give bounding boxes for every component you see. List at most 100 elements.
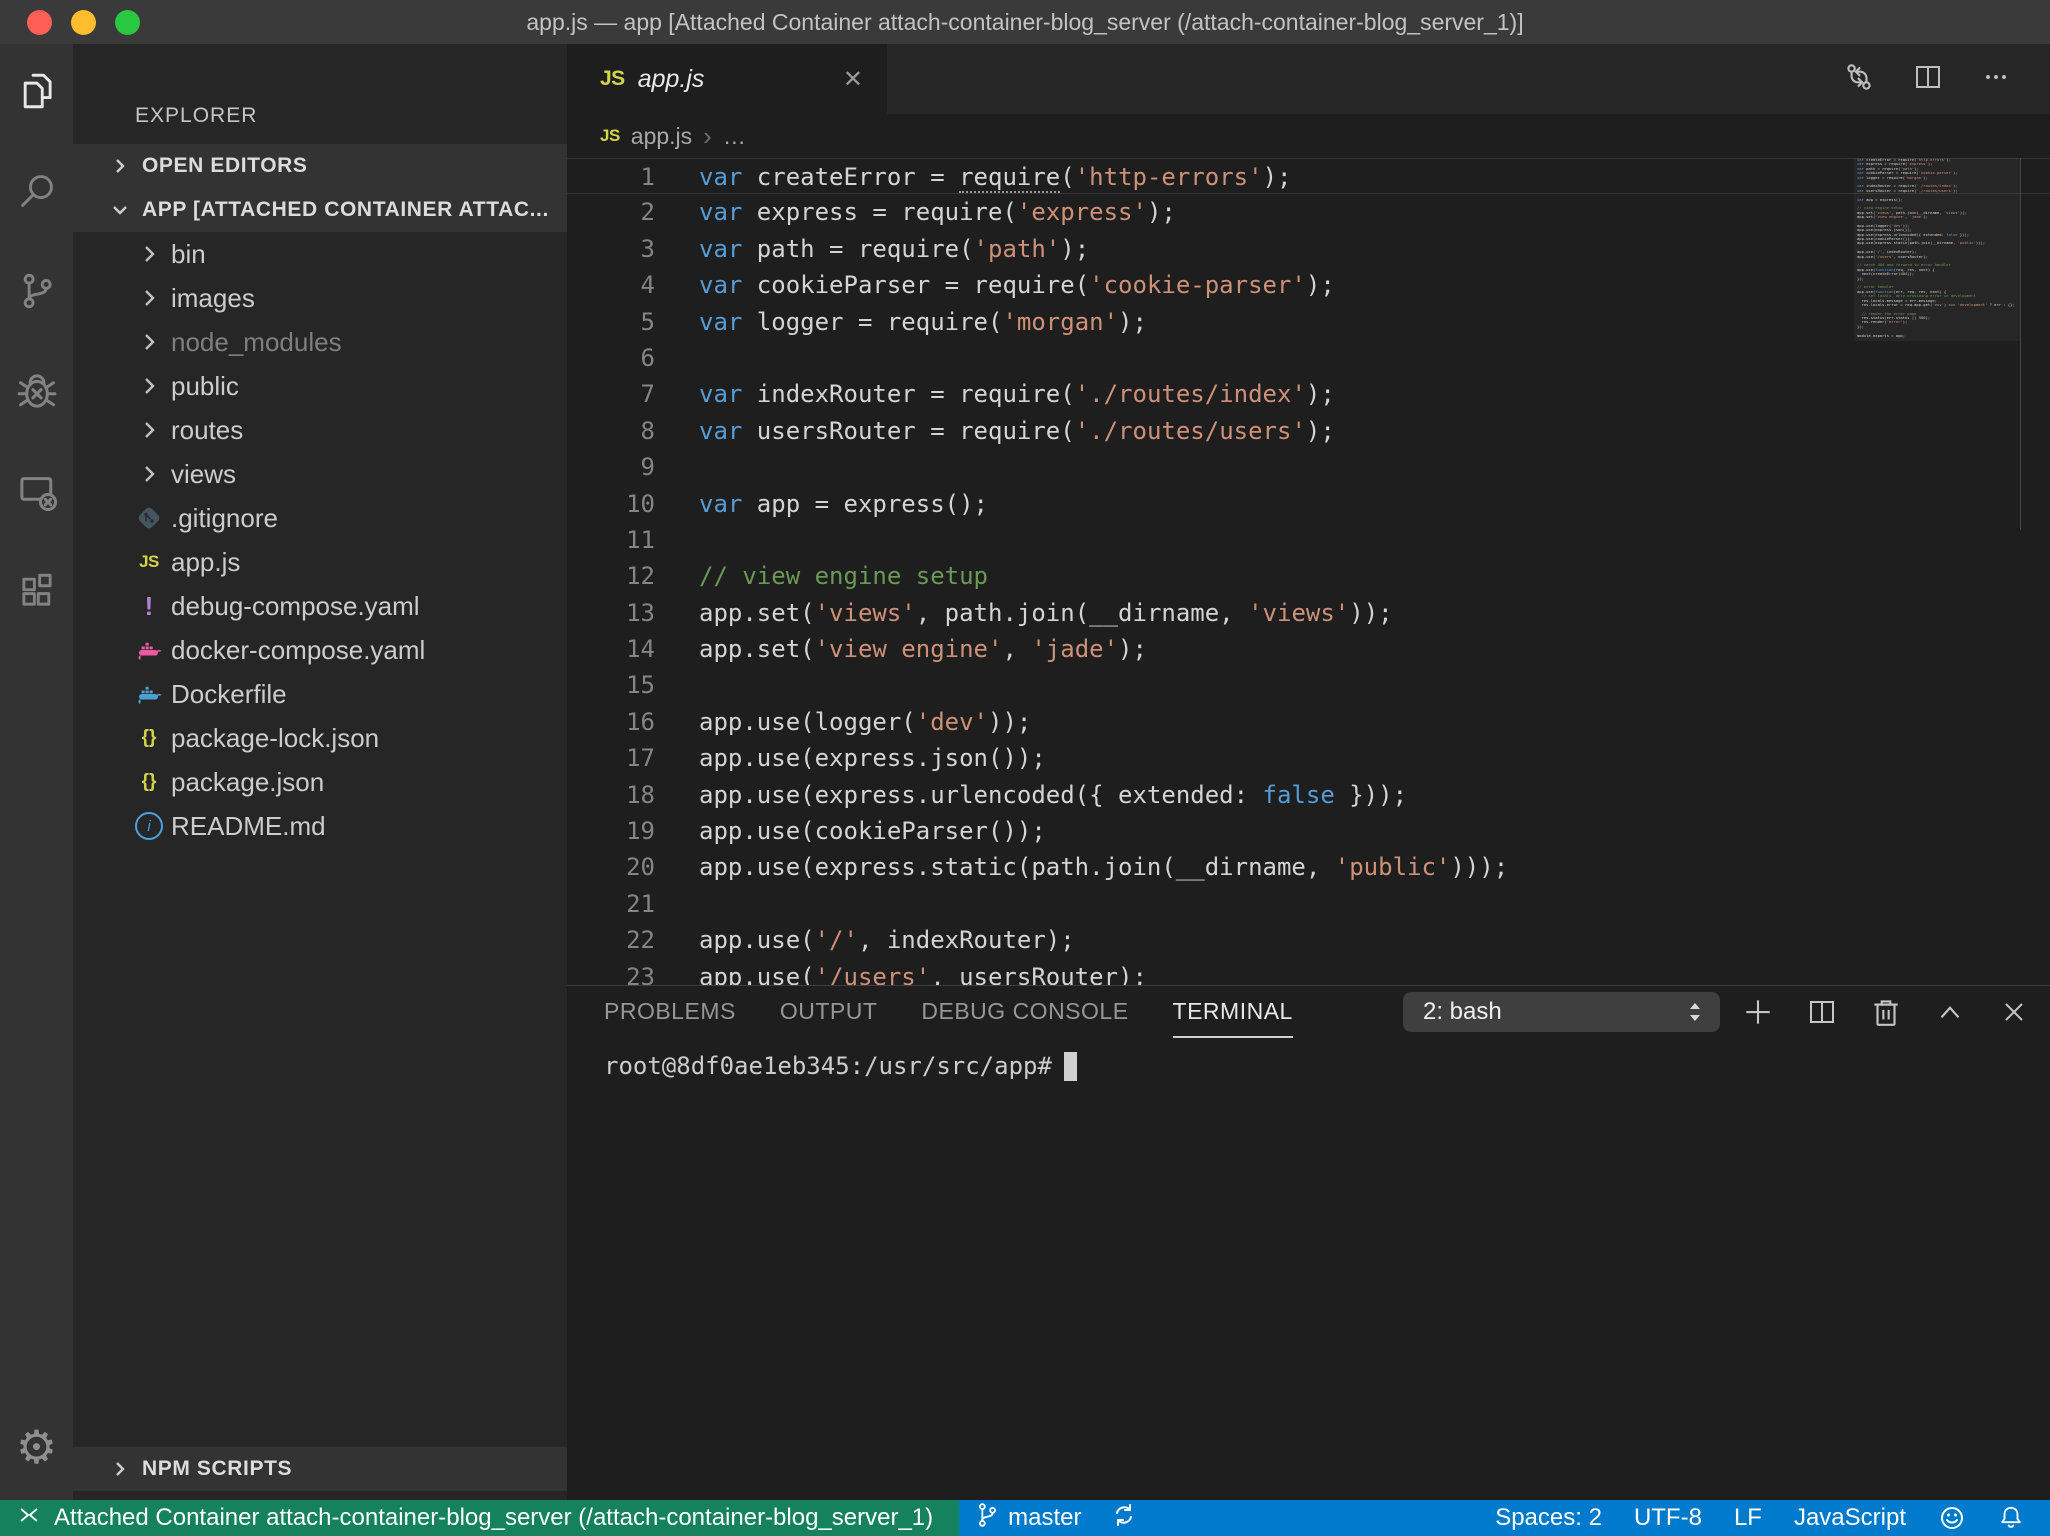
sync-status[interactable] [1110,1501,1138,1536]
code-line-18[interactable]: 18 app.use(express.urlencoded({ extended:… [567,777,2050,813]
activity-debug[interactable] [0,369,73,417]
code-line-2[interactable]: 2 var express = require('express'); [567,194,2050,230]
code-line-5[interactable]: 5 var logger = require('morgan'); [567,304,2050,340]
json-braces-icon: {} [141,771,157,792]
line-number: 11 [626,525,655,554]
code-line-10[interactable]: 10 var app = express(); [567,486,2050,522]
code-line-7[interactable]: 7 var indexRouter = require('./routes/ind… [567,376,2050,412]
terminal-select[interactable]: 2: bash [1403,992,1720,1032]
panel-tab-output[interactable]: OUTPUT [780,986,878,1038]
panel-actions [1740,994,2032,1030]
split-editor-icon[interactable] [1912,61,1944,98]
code-line-22[interactable]: 22 app.use('/', indexRouter); [567,922,2050,958]
activity-remote-explorer[interactable] [0,469,73,517]
line-number: 1 [640,163,655,191]
panel-tab-terminal[interactable]: TERMINAL [1172,986,1293,1038]
code-line-8[interactable]: 8 var usersRouter = require('./routes/use… [567,413,2050,449]
panel-tab-debug-console[interactable]: DEBUG CONSOLE [921,986,1128,1038]
section-npm-scripts[interactable]: NPM SCRIPTS [73,1447,567,1491]
code-line-14[interactable]: 14 app.set('view engine', 'jade'); [567,631,2050,667]
code-line-1[interactable]: 1 var createError = require('http-errors'… [567,158,2050,195]
minimap[interactable]: var createError = require('http-errors')… [1857,158,2015,338]
new-terminal-icon[interactable] [1740,994,1776,1030]
statusbar-main: master Spaces: 2 UTF-8 LF JavaScript [959,1500,2050,1536]
tree-item-dockerfile[interactable]: Dockerfile [73,672,567,716]
status-lf[interactable]: LF [1734,1504,1762,1532]
status-javascript[interactable]: JavaScript [1794,1504,1906,1532]
terminal[interactable]: root@8df0ae1eb345:/usr/src/app# [567,1038,2050,1500]
tree-item--gitignore[interactable]: .gitignore [73,496,567,540]
status-spaces-2[interactable]: Spaces: 2 [1495,1504,1602,1532]
line-number: 3 [640,234,655,263]
remote-indicator[interactable]: Attached Container attach-container-blog… [0,1500,960,1536]
tree-item-readme-md[interactable]: i README.md [73,804,567,848]
file-tree: bin images node_modules public routes views .g… [73,232,567,848]
tab-app-js[interactable]: JS app.js ✕ [567,44,887,114]
tree-item-app-js[interactable]: JS app.js [73,540,567,584]
tree-item-routes[interactable]: routes [73,408,567,452]
code-line-3[interactable]: 3 var path = require('path'); [567,231,2050,267]
tree-item-node-modules[interactable]: node_modules [73,320,567,364]
code-line-11[interactable]: 11 [567,522,2050,558]
git-icon [138,507,160,529]
tree-item-package-lock-json[interactable]: {} package-lock.json [73,716,567,760]
code-line-20[interactable]: 20 app.use(express.static(path.join(__dir… [567,849,2050,885]
activity-bar: ⚙ [0,44,73,1500]
tree-item-docker-compose-yaml[interactable]: docker-compose.yaml [73,628,567,672]
code-line-13[interactable]: 13 app.set('views', path.join(__dirname, … [567,595,2050,631]
split-terminal-icon[interactable] [1804,994,1840,1030]
activity-extensions[interactable] [0,569,73,617]
tree-item-label: images [171,282,255,313]
code-line-15[interactable]: 15 [567,667,2050,703]
activity-source-control[interactable] [0,269,73,317]
search-icon [16,170,58,217]
status-utf-8[interactable]: UTF-8 [1634,1504,1702,1532]
close-window-button[interactable] [27,9,52,35]
notifications-bell-icon[interactable] [1998,1504,2024,1532]
section-open-editors[interactable]: OPEN EDITORS [73,144,567,188]
line-content: app.use(cookieParser()); [699,817,1046,846]
code-line-9[interactable]: 9 [567,449,2050,485]
tree-item-public[interactable]: public [73,364,567,408]
tree-item-views[interactable]: views [73,452,567,496]
section-workspace-folder[interactable]: APP [ATTACHED CONTAINER ATTAC... [73,188,567,232]
activity-explorer[interactable] [0,69,73,117]
select-arrows-icon [1684,997,1706,1027]
line-content: app.use(express.urlencoded({ extended: f… [699,780,1408,809]
zoom-window-button[interactable] [115,9,140,35]
tree-item-bin[interactable]: bin [73,232,567,276]
code-area[interactable]: 1 var createError = require('http-errors'… [567,158,2050,985]
panel-tab-problems[interactable]: PROBLEMS [604,986,736,1038]
breadcrumb-file[interactable]: app.js [631,123,692,150]
maximize-panel-chevron-icon[interactable] [1932,994,1968,1030]
line-content: var createError = require('http-errors')… [699,163,1292,193]
kill-terminal-trash-icon[interactable] [1868,994,1904,1030]
breadcrumb-more[interactable]: … [723,123,746,150]
line-content [655,667,699,703]
code-editor[interactable]: 1 var createError = require('http-errors'… [567,158,2050,985]
tree-item-debug-compose-yaml[interactable]: ! debug-compose.yaml [73,584,567,628]
code-line-23[interactable]: 23 app.use('/users', usersRouter); [567,959,2050,985]
activity-search[interactable] [0,169,73,217]
settings-gear-icon[interactable]: ⚙ [16,1424,57,1470]
code-line-16[interactable]: 16 app.use(logger('dev')); [567,704,2050,740]
minimize-window-button[interactable] [71,9,96,35]
tree-item-package-json[interactable]: {} package.json [73,760,567,804]
close-panel-icon[interactable] [1996,994,2032,1030]
open-changes-icon[interactable] [1842,60,1876,99]
line-content [655,340,699,376]
code-line-4[interactable]: 4 var cookieParser = require('cookie-pars… [567,267,2050,303]
code-line-12[interactable]: 12 // view engine setup [567,558,2050,594]
tree-item-images[interactable]: images [73,276,567,320]
more-actions-icon[interactable] [1980,61,2012,98]
breadcrumb[interactable]: JS app.js › … [567,114,2050,158]
tree-item-label: .gitignore [171,502,278,533]
code-line-6[interactable]: 6 [567,340,2050,376]
git-branch-status[interactable]: master [974,1501,1082,1536]
section-label: OPEN EDITORS [142,154,308,177]
code-line-21[interactable]: 21 [567,886,2050,922]
code-line-19[interactable]: 19 app.use(cookieParser()); [567,813,2050,849]
close-tab-icon[interactable]: ✕ [843,65,863,94]
feedback-smiley-icon[interactable] [1938,1504,1966,1532]
code-line-17[interactable]: 17 app.use(express.json()); [567,740,2050,776]
